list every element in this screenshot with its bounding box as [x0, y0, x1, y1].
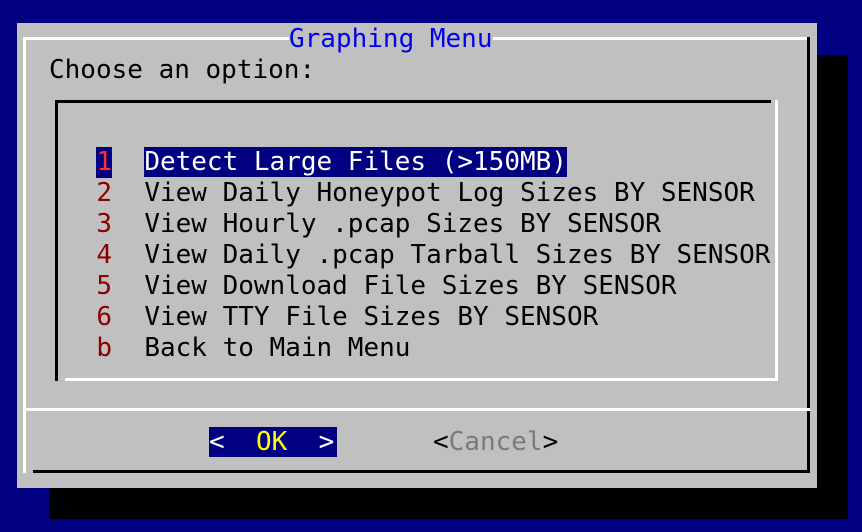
- dialog-title: Graphing Menu: [289, 23, 493, 55]
- menu-item-label: Back to Main Menu: [144, 333, 411, 363]
- cancel-button-close-bracket: >: [542, 427, 559, 457]
- cancel-button-label: Cancel: [448, 427, 543, 457]
- menu-box-border-bottom: [65, 378, 778, 381]
- cancel-button[interactable]: <Cancel>: [433, 427, 558, 457]
- cancel-button-open-bracket: <: [433, 427, 449, 457]
- menu-item-detect-large-files[interactable]: 1 Detect Large Files (>150MB): [65, 116, 567, 178]
- button-area-separator: [25, 408, 810, 411]
- menu-box-border-top: [55, 100, 771, 103]
- ok-button[interactable]: < OK >: [209, 427, 337, 457]
- menu-item-download-file-sizes[interactable]: 5 View Download File Sizes BY SENSOR: [65, 240, 676, 301]
- dialog-border-bottom: [33, 470, 810, 473]
- ok-button-label: OK: [255, 427, 288, 457]
- ok-button-close-bracket: >: [318, 427, 335, 457]
- menu-item-hourly-pcap-sizes[interactable]: 3 View Hourly .pcap Sizes BY SENSOR: [65, 178, 661, 239]
- menu-item-back-to-main-menu[interactable]: b Back to Main Menu: [65, 302, 410, 363]
- menu-item-tty-file-sizes[interactable]: 6 View TTY File Sizes BY SENSOR: [65, 271, 598, 332]
- menu-box-border-left: [55, 100, 58, 381]
- ok-button-open-bracket: <: [209, 427, 225, 457]
- menu-box-border-right: [775, 100, 778, 381]
- menu-item-daily-pcap-tarball-sizes[interactable]: 4 View Daily .pcap Tarball Sizes BY SENSO…: [65, 209, 770, 270]
- menu-item-daily-honeypot-log-sizes[interactable]: 2 View Daily Honeypot Log Sizes BY SENSOR: [65, 147, 754, 208]
- dialog-prompt: Choose an option:: [49, 55, 316, 85]
- menu-item-key: b: [96, 333, 112, 363]
